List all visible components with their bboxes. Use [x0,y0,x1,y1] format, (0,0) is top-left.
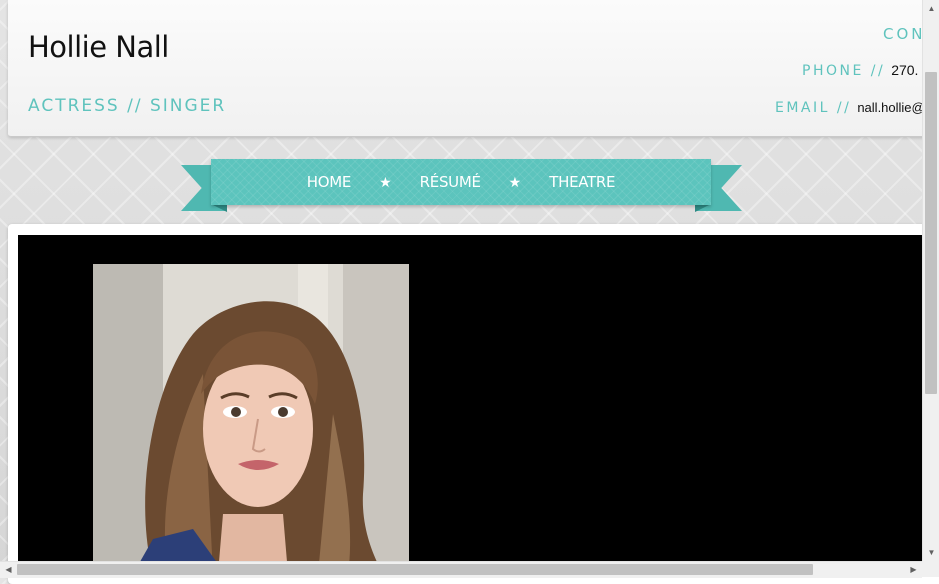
vertical-scrollbar[interactable]: ▲ ▼ [922,0,939,561]
nav-home[interactable]: HOME [307,173,352,191]
vertical-scroll-thumb[interactable] [925,72,937,394]
email-link[interactable]: nall.hollie@ [857,100,924,115]
slideshow[interactable] [18,235,928,565]
phone-value: 270. [891,62,919,78]
horizontal-scroll-thumb[interactable] [17,564,813,575]
star-icon: ★ [508,173,522,190]
nav-resume[interactable]: RÉSUMÉ [420,173,481,191]
scrollbar-corner [922,561,939,577]
scroll-left-icon[interactable]: ◀ [0,562,17,578]
site-header: Hollie Nall ACTRESS // SINGER CONT PHONE… [8,0,939,137]
scroll-right-icon[interactable]: ▶ [905,562,922,578]
portrait-image [93,264,409,565]
site-title[interactable]: Hollie Nall [28,30,169,64]
scroll-up-icon[interactable]: ▲ [923,0,939,17]
email-label: EMAIL // [775,100,852,116]
nav-theatre[interactable]: THEATRE [549,173,615,191]
scroll-down-icon[interactable]: ▼ [923,544,939,561]
phone-label: PHONE // [802,63,886,79]
email-row: EMAIL // nall.hollie@ [775,99,925,117]
headshot-photo [93,264,409,565]
site-tagline: ACTRESS // SINGER [28,96,227,116]
main-nav: HOME ★ RÉSUMÉ ★ THEATRE [211,159,711,205]
horizontal-scrollbar[interactable]: ◀ ▶ [0,561,922,578]
phone-row: PHONE // 270. [802,62,918,80]
star-icon: ★ [379,173,392,190]
